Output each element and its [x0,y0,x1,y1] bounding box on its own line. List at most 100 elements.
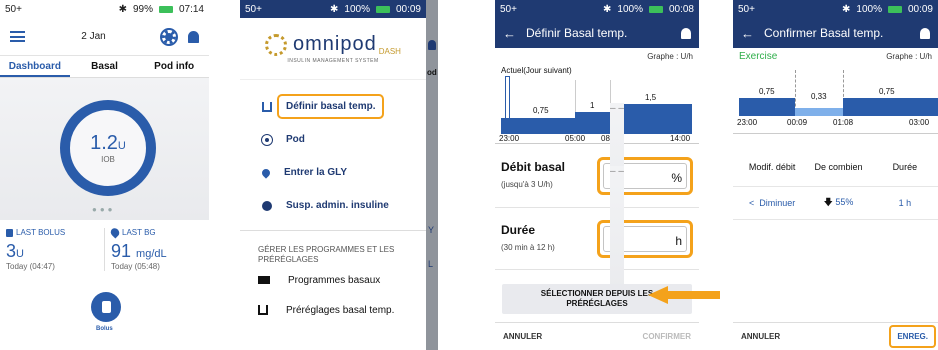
bell-icon[interactable] [920,27,930,39]
blood-drop-icon [260,166,272,179]
page-dots[interactable]: ●●● [92,205,116,214]
menu-item-temp-basal[interactable]: Définir basal temp. [240,90,426,123]
time-tick: 03:00 [909,118,930,127]
segment-rate: 1,5 [645,93,657,102]
gear-icon[interactable] [160,27,178,46]
time-tick: 05:00 [565,134,586,143]
last-bolus: LAST BOLUS 3U Today (04:47) [0,228,104,271]
iob-gauge: 1.2U IOB [60,100,156,196]
basal-segment [575,112,610,134]
battery-percent: 99% [132,3,153,15]
table-header: Modif. débit De combien Durée [733,148,938,186]
blood-drop-icon [108,226,122,239]
menu-item-label: Préréglages basal temp. [286,304,395,316]
time-tick: 23:00 [499,134,520,143]
battery-icon [158,5,173,13]
header-date: 2 Jan [81,31,106,42]
menu-item-temp-basal-presets[interactable]: Préréglages basal temp. [240,295,426,325]
iob-label: IOB [101,155,115,164]
last-values-row: LAST BOLUS 3U Today (04:47) LAST BG 91 m… [0,220,209,271]
graph-header: Graphe : U/h [495,48,699,64]
menu-item-enter-bg[interactable]: Entrer la GLY [240,156,426,189]
omnipod-ring-icon [265,33,288,56]
signal-label: 50+ [738,3,755,15]
logo-name: omnipod [293,33,377,55]
graph-cursor[interactable] [505,76,510,134]
menu-item-suspend-insulin[interactable]: Susp. admin. insuline [240,189,426,222]
battery-percent: 100% [617,3,643,15]
screen-dashboard: 50+ ✱ 99% 07:14 2 Jan Dashboard Basal Po… [0,0,209,350]
highlight-arrow-icon [648,286,720,304]
hour-unit: h [675,233,682,248]
menu-item-pod[interactable]: Pod [240,123,426,156]
last-bg: LAST BG 91 mg/dL Today (05:48) [104,226,209,271]
last-bolus-label: LAST BOLUS [16,228,66,237]
clock: 00:09 [907,3,933,15]
last-bg-time: Today (05:48) [111,262,160,271]
menu-item-label: Définir basal temp. [277,94,385,119]
menu-item-basal-programs[interactable]: Programmes basaux [240,265,426,295]
signal-label: 50+ [500,3,517,15]
duration-hint: (30 min à 12 h) [501,242,555,252]
menu-item-label: Susp. admin. insuline [286,200,389,211]
table-row: < Diminuer 🡇 55% 1 h [733,186,938,220]
duration-field: Durée (30 min à 12 h) – – h [495,166,699,308]
battery-icon [375,5,390,13]
tab-bar: Dashboard Basal Pod info [0,56,209,78]
tab-dashboard[interactable]: Dashboard [0,56,70,77]
screen-confirm-temp-basal: 50+ ✱ 100% 00:09 ← Confirmer Basal temp.… [733,0,938,350]
time-tick: 01:08 [833,118,854,127]
graph-unit: Graphe : U/h [647,51,693,61]
duration-input[interactable]: – – h [597,166,693,308]
time-tick: 00:09 [787,118,808,127]
bluetooth-icon: ✱ [118,3,127,15]
signal-label: 50+ [245,3,262,15]
confirm-button[interactable]: CONFIRMER [643,332,691,341]
status-bar: 50+ ✱ 99% 07:14 [0,0,209,18]
basal-segment [501,118,575,134]
iob-value: 1.2U [90,132,126,154]
preset-name: Exercise [739,50,778,62]
temp-basal-icon [258,305,268,315]
bluetooth-icon: ✱ [842,3,851,15]
segment-rate: 0,75 [533,106,549,115]
clock: 00:08 [668,3,694,15]
back-arrow-icon[interactable]: ← [503,26,516,41]
screen-menu-drawer: 50+ ✱ 100% 00:09 omnipod DASH INSULIN MA… [240,0,426,350]
temp-basal-icon [262,101,272,112]
save-button[interactable]: ENREG. [889,325,936,348]
bell-icon[interactable] [681,27,691,39]
segment-rate: 1 [590,101,595,110]
change-duration: 1 h [898,198,912,208]
last-bolus-time: Today (04:47) [6,262,55,271]
bolus-icon [6,228,13,237]
pause-icon [262,200,272,211]
cancel-button[interactable]: ANNULER [741,332,780,341]
bolus-button[interactable] [91,292,121,322]
time-tick: 23:00 [737,118,758,127]
iob-panel: 1.2U IOB ●●● [0,78,209,220]
logo-dash: DASH [378,47,401,56]
segment-rate: 0,75 [879,87,895,96]
app-header: 2 Jan [0,18,209,56]
pod-icon [261,133,273,146]
battery-icon [648,5,663,13]
menu-item-label: Entrer la GLY [284,167,347,178]
menu-item-label: Programmes basaux [288,274,381,286]
hamburger-icon[interactable] [10,31,25,42]
basal-rate-field: Débit basal (jusqu'à 3 U/h) – –% [495,103,699,245]
basal-rate-label: Débit basal [501,159,566,174]
battery-percent: 100% [344,3,370,15]
bolus-label: Bolus [96,326,113,332]
tab-basal[interactable]: Basal [70,56,140,77]
drawer-scrim[interactable]: od Y L [426,0,438,350]
back-arrow-icon[interactable]: ← [741,26,754,41]
cancel-button[interactable]: ANNULER [503,332,542,341]
last-bolus-value: 3U [6,241,24,261]
omnipod-logo: omnipod DASH INSULIN MANAGEMENT SYSTEM [240,18,426,80]
basal-program-icon [258,276,270,284]
basal-rate-hint: (jusqu'à 3 U/h) [501,179,553,189]
bell-icon[interactable] [188,30,199,43]
arrow-down-icon: 🡇 [823,197,833,207]
tab-pod-info[interactable]: Pod info [139,56,209,77]
